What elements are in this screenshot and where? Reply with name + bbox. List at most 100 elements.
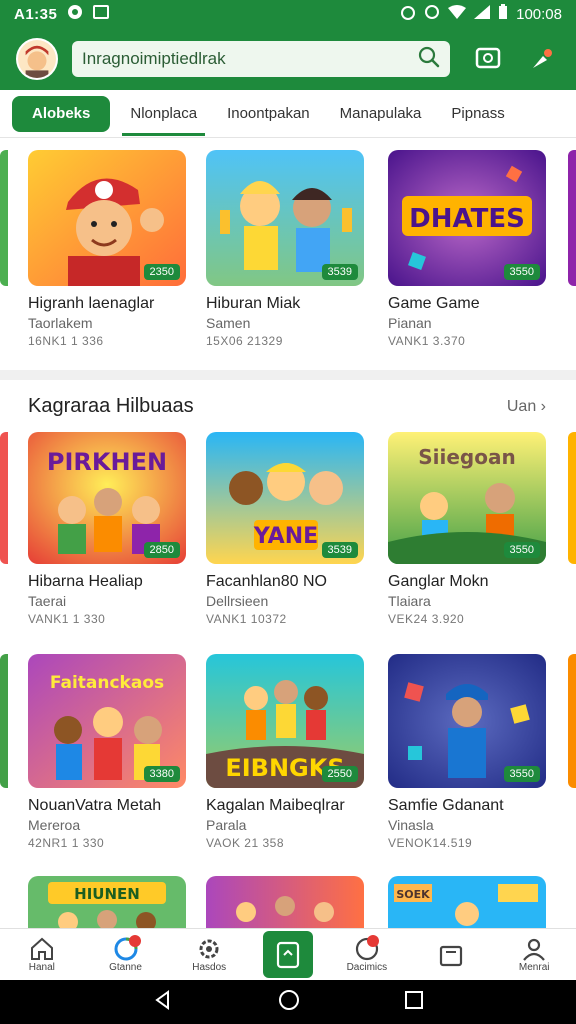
tab-new[interactable]: Inoontpakan — [227, 90, 310, 138]
section-see-all-link[interactable]: Uan › — [507, 398, 546, 416]
nav-games[interactable]: Gtanne — [84, 929, 168, 980]
status-bar: A1:35 100:08 — [0, 0, 576, 28]
avatar[interactable] — [16, 38, 58, 80]
svg-text:PIRKHEN: PIRKHEN — [47, 448, 167, 476]
game-meta: VEK24 3.920 — [388, 612, 465, 626]
game-thumbnail: EIBNGKS 2550 — [206, 654, 364, 788]
nav-profile[interactable]: Menrai — [492, 929, 576, 980]
game-subtitle: Parala — [206, 817, 247, 833]
game-meta: 42NR1 1 330 — [28, 836, 105, 850]
game-card[interactable]: 2350 Higranh laenaglar Taorlakem 16NK1 1… — [28, 150, 186, 348]
game-meta: VENOK14.519 — [388, 836, 473, 850]
rating-badge: 2850 — [143, 542, 180, 558]
nav-library[interactable] — [409, 929, 493, 980]
game-meta: VANK1 3.370 — [388, 334, 466, 348]
back-icon[interactable] — [152, 989, 174, 1016]
game-card[interactable]: Siiegoan 3550 Ganglar Mokn Tlaiara VEK24… — [388, 432, 546, 626]
game-card[interactable]: SOEK — [388, 876, 546, 932]
game-subtitle: Samen — [206, 315, 251, 331]
game-card[interactable]: HIUNEN — [28, 876, 186, 932]
game-thumbnail: DHATES 3550 — [388, 150, 546, 286]
game-card[interactable]: PIRKHEN 2850 Hibarna Healiap Taerai VANK… — [28, 432, 186, 626]
library-icon — [438, 942, 464, 968]
category-tabs: Alobeks Nlonplaca Inoontpakan Manapulaka… — [0, 90, 576, 138]
edge-card-left — [0, 150, 8, 286]
edge-card-left — [0, 654, 8, 788]
recents-icon[interactable] — [404, 990, 424, 1015]
game-subtitle: Mereroa — [28, 817, 81, 833]
signal-icon — [474, 5, 491, 23]
game-thumbnail — [206, 876, 364, 932]
game-card[interactable]: EIBNGKS 2550 Kagalan Maibeqlrar Parala V… — [206, 654, 364, 850]
avatar-image — [18, 40, 56, 78]
search-icon[interactable] — [418, 46, 440, 73]
edge-card-right — [568, 654, 576, 788]
app-bar: Inragnoimiptiedlrak — [0, 28, 576, 90]
battery-icon — [498, 4, 508, 24]
rating-badge: 3550 — [503, 264, 540, 280]
game-subtitle: Taorlakem — [28, 315, 93, 331]
game-thumbnail: 2350 — [28, 150, 186, 286]
nav-messages[interactable]: Dacimics — [325, 929, 409, 980]
game-card[interactable]: DHATES 3550 Game Game Pianan VANK1 3.370 — [388, 150, 546, 348]
game-meta: 15X06 21329 — [206, 334, 283, 348]
game-card[interactable]: 3550 Samfie Gdanant Vinasla VENOK14.519 — [388, 654, 546, 850]
svg-text:Faitanckaos: Faitanckaos — [50, 673, 164, 693]
chevron-right-icon: › — [540, 398, 546, 415]
game-thumbnail: Faitanckaos 3380 — [28, 654, 186, 788]
nav-profile-label: Menrai — [518, 962, 550, 973]
nav-settings[interactable]: Hasdos — [167, 929, 251, 980]
app-screen: A1:35 100:08 Inragnoimiptiedlrak Alobeks… — [0, 0, 576, 1024]
nav-home-label: Hanal — [28, 962, 55, 973]
rating-badge: 3539 — [321, 264, 358, 280]
game-thumbnail: HIUNEN — [28, 876, 186, 932]
game-thumbnail: YANE 3539 — [206, 432, 364, 564]
game-thumbnail: Siiegoan 3550 — [388, 432, 546, 564]
home-button-icon[interactable] — [277, 988, 301, 1017]
nav-games-label: Gtanne — [109, 962, 142, 973]
search-input[interactable]: Inragnoimiptiedlrak — [82, 49, 418, 69]
notification-bell-icon[interactable] — [526, 43, 558, 75]
game-title: Kagalan Maibeqlrar — [206, 797, 345, 814]
tab-more[interactable]: Pipnass — [451, 90, 504, 138]
nav-home[interactable]: Hanal — [0, 929, 84, 980]
tab-featured[interactable]: Manapulaka — [340, 90, 422, 138]
wifi-icon — [448, 5, 467, 23]
nav-center-action[interactable] — [263, 931, 314, 978]
cast-icon[interactable] — [472, 43, 504, 75]
scan-icon — [275, 941, 301, 968]
badge-dot — [366, 935, 379, 947]
rating-badge: 2550 — [321, 766, 358, 782]
alarm-icon — [400, 4, 416, 24]
game-card[interactable]: Faitanckaos 3380 NouanVatra Metah Merero… — [28, 654, 186, 850]
game-subtitle: Taerai — [28, 593, 67, 609]
profile-icon — [521, 936, 547, 962]
game-card[interactable]: YANE 3539 Facanhlan80 NO Dellrsieen VANK… — [206, 432, 364, 626]
game-card[interactable] — [206, 876, 364, 932]
game-thumbnail: 3539 — [206, 150, 364, 286]
game-title: Hibarna Healiap — [28, 573, 143, 590]
game-thumbnail: PIRKHEN 2850 — [28, 432, 186, 564]
game-subtitle: Vinasla — [388, 817, 434, 833]
game-card[interactable]: 3539 Hiburan Miak Samen 15X06 21329 — [206, 150, 364, 348]
game-title: Game Game — [388, 295, 480, 312]
gear-icon — [196, 936, 222, 962]
tab-popular[interactable]: Nlonplaca — [122, 90, 205, 138]
game-title: Ganglar Mokn — [388, 573, 489, 590]
status-time: A1:35 — [14, 5, 58, 23]
section-title: Kagraraa Hilbuaas — [28, 395, 194, 417]
system-navigation-bar — [0, 980, 576, 1024]
rating-badge: 3550 — [503, 766, 540, 782]
svg-text:SOEK: SOEK — [396, 888, 430, 901]
rating-badge: 3550 — [503, 542, 540, 558]
game-subtitle: Dellrsieen — [206, 593, 269, 609]
game-title: Higranh laenaglar — [28, 295, 155, 312]
game-meta: VANK1 10372 — [206, 612, 287, 626]
nav-settings-label: Hasdos — [192, 962, 227, 973]
edge-card-right — [568, 150, 576, 286]
search-bar[interactable]: Inragnoimiptiedlrak — [72, 41, 450, 77]
game-meta: 16NK1 1 336 — [28, 334, 104, 348]
notification-icon — [67, 4, 83, 24]
tab-all[interactable]: Alobeks — [12, 95, 111, 132]
game-title: Samfie Gdanant — [388, 797, 504, 814]
